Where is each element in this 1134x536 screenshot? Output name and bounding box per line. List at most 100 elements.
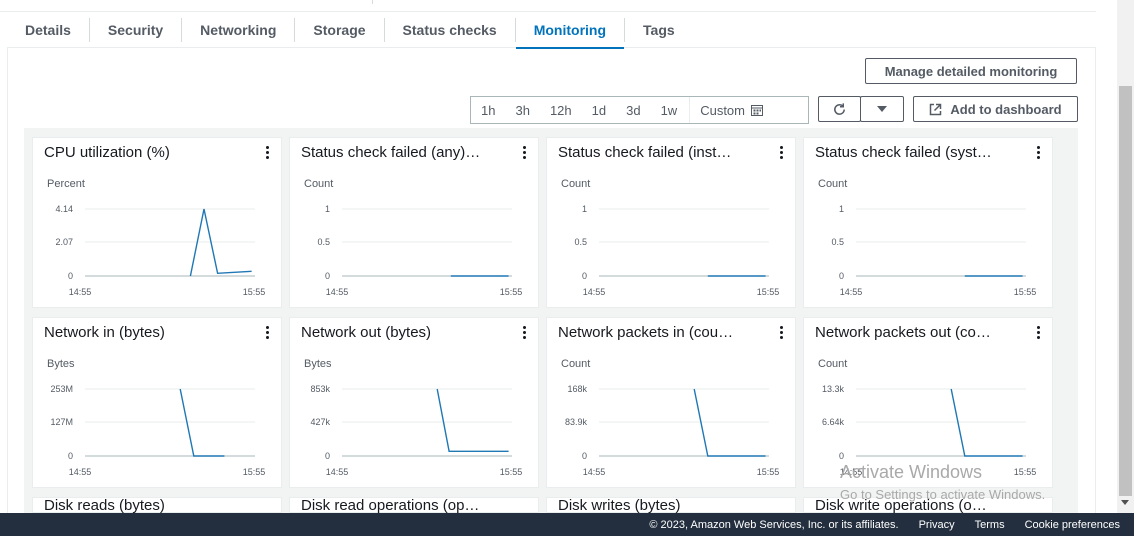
y-tick-label: 1 — [325, 204, 330, 214]
time-range-1d[interactable]: 1d — [582, 97, 616, 123]
x-tick-label: 14:55 — [583, 467, 606, 477]
y-tick-label: 168k — [567, 384, 587, 394]
more-vertical-icon[interactable] — [261, 324, 273, 340]
y-tick-label: 83.9k — [565, 417, 588, 427]
y-tick-label: 0.5 — [317, 237, 330, 247]
scrollbar-thumb[interactable] — [1119, 86, 1132, 496]
widget-unit-label: Bytes — [304, 358, 332, 370]
divider — [372, 0, 373, 4]
metric-widget: Network in (bytes) Bytes 253M 127M 0 14:55 15:… — [32, 317, 282, 488]
refresh-options-button[interactable] — [860, 96, 904, 122]
time-range-12h[interactable]: 12h — [540, 97, 582, 123]
y-tick-label: 13.3k — [822, 384, 845, 394]
footer-terms-link[interactable]: Terms — [975, 519, 1005, 531]
refresh-icon — [834, 102, 845, 115]
page-scrollbar[interactable] — [1117, 0, 1134, 513]
metric-line-chart: 253M 127M 0 14:55 15:55 — [50, 384, 266, 477]
time-range-custom[interactable]: Custom — [689, 97, 771, 123]
y-tick-label: 0 — [839, 451, 844, 461]
metric-line-chart: 4.14 2.07 0 14:55 15:55 — [55, 204, 266, 297]
time-range-selector: 1h 3h 12h 1d 3d 1w Custom — [470, 96, 809, 124]
watermark-subtitle: Go to Settings to activate Windows. — [840, 487, 1046, 502]
y-tick-label: 0 — [582, 451, 587, 461]
ec2-instance-monitoring: Details Security Networking Storage Stat… — [0, 0, 1134, 536]
tab-monitoring[interactable]: Monitoring — [515, 12, 625, 49]
widget-title-disk-reads: Disk reads (bytes) — [44, 497, 165, 513]
more-vertical-icon[interactable] — [518, 324, 530, 340]
more-vertical-icon[interactable] — [518, 144, 530, 160]
metric-widget: CPU utilization (%) Percent 4.14 2.07 0 14:55… — [32, 137, 282, 308]
widget-unit-label: Count — [818, 358, 848, 370]
footer-copyright: © 2023, Amazon Web Services, Inc. or its… — [649, 518, 899, 531]
metric-line-chart: 1 0.5 0 14:55 15:55 — [831, 204, 1037, 297]
manage-detailed-monitoring-button[interactable]: Manage detailed monitoring — [865, 58, 1077, 84]
x-tick-label: 14:55 — [326, 467, 349, 477]
time-range-1w[interactable]: 1w — [651, 97, 688, 123]
time-range-3d[interactable]: 3d — [616, 97, 650, 123]
widget-unit-label: Count — [304, 178, 334, 190]
top-strip — [0, 0, 1096, 12]
instance-tabs: Details Security Networking Storage Stat… — [7, 12, 1096, 49]
metric-widget: Network out (bytes) Bytes 853k 427k 0 14:55 15… — [289, 317, 539, 488]
tab-storage[interactable]: Storage — [295, 12, 383, 48]
calendar-icon — [751, 105, 763, 116]
more-vertical-icon[interactable] — [1032, 144, 1044, 160]
x-tick-label: 15:55 — [500, 467, 523, 477]
x-tick-label: 15:55 — [1014, 287, 1037, 297]
widget-title: Network packets out (co… — [815, 324, 991, 341]
x-tick-label: 14:55 — [69, 467, 92, 477]
widget-unit-label: Count — [818, 178, 848, 190]
y-tick-label: 427k — [310, 417, 330, 427]
x-tick-label: 14:55 — [326, 287, 349, 297]
add-to-dashboard-label: Add to dashboard — [950, 101, 1062, 117]
widget-unit-label: Count — [561, 358, 591, 370]
y-tick-label: 1 — [839, 204, 844, 214]
external-link-icon — [930, 103, 942, 115]
y-tick-label: 0 — [839, 271, 844, 281]
y-tick-label: 253M — [50, 384, 73, 394]
watermark-title: Activate Windows — [840, 462, 983, 482]
caret-down-icon — [877, 106, 887, 112]
tab-tags[interactable]: Tags — [625, 12, 693, 48]
tab-security[interactable]: Security — [90, 12, 181, 48]
activate-windows-watermark: Activate Windows Go to Settings to activ… — [840, 462, 1045, 502]
tab-details[interactable]: Details — [7, 12, 89, 48]
y-tick-label: 0 — [325, 271, 330, 281]
x-tick-label: 15:55 — [757, 467, 780, 477]
widget-unit-label: Percent — [47, 178, 85, 190]
widget-title-disk-writes: Disk writes (bytes) — [558, 497, 681, 513]
refresh-button[interactable] — [818, 96, 861, 122]
add-to-dashboard-button[interactable]: Add to dashboard — [913, 96, 1078, 122]
metric-widget: Status check failed (inst… Count 1 0.5 0 14:5… — [546, 137, 796, 308]
metric-widget: Network packets in (cou… Count 168k 83.9k 0 1… — [546, 317, 796, 488]
widget-title: Network in (bytes) — [44, 324, 165, 341]
widget-title: Status check failed (inst… — [558, 144, 732, 161]
footer-cookie-preferences-link[interactable]: Cookie preferences — [1025, 519, 1120, 531]
time-range-3h[interactable]: 3h — [505, 97, 539, 123]
y-tick-label: 1 — [582, 204, 587, 214]
x-tick-label: 15:55 — [243, 467, 266, 477]
more-vertical-icon[interactable] — [775, 324, 787, 340]
x-tick-label: 15:55 — [243, 287, 266, 297]
metric-line-chart: 1 0.5 0 14:55 15:55 — [317, 204, 522, 297]
y-tick-label: 0 — [68, 271, 73, 281]
more-vertical-icon[interactable] — [261, 144, 273, 160]
widget-title: Status check failed (syst… — [815, 144, 992, 161]
more-vertical-icon[interactable] — [775, 144, 787, 160]
y-tick-label: 0.5 — [831, 237, 844, 247]
metric-line-chart: 853k 427k 0 14:55 15:55 — [310, 384, 523, 477]
widget-title: Network out (bytes) — [301, 324, 432, 341]
more-vertical-icon[interactable] — [1032, 324, 1044, 340]
custom-label: Custom — [700, 102, 745, 118]
y-tick-label: 0 — [325, 451, 330, 461]
time-range-1h[interactable]: 1h — [471, 97, 505, 123]
footer-privacy-link[interactable]: Privacy — [919, 519, 955, 531]
y-tick-label: 2.07 — [55, 237, 73, 247]
widget-title-disk-read-ops: Disk read operations (op… — [301, 497, 480, 513]
tab-status-checks[interactable]: Status checks — [385, 12, 515, 48]
scroll-down-icon[interactable] — [1121, 500, 1129, 505]
y-tick-label: 853k — [310, 384, 330, 394]
tab-networking[interactable]: Networking — [182, 12, 294, 48]
y-tick-label: 6.64k — [822, 417, 845, 427]
y-tick-label: 0 — [68, 451, 73, 461]
